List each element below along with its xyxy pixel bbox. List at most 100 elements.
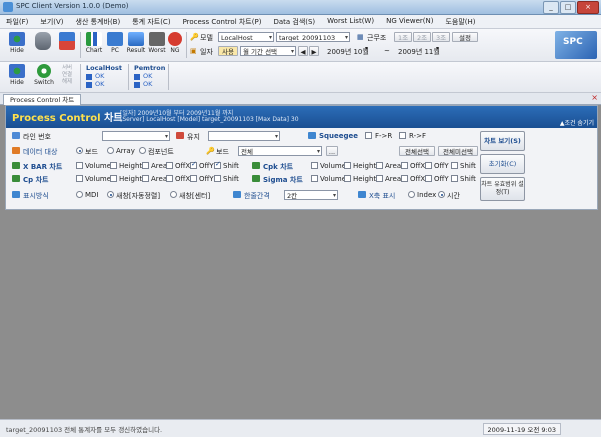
board-browse-button[interactable]: ... [326, 146, 338, 156]
chart-icon [86, 32, 102, 46]
display-center-radio[interactable] [170, 191, 177, 198]
menu-view[interactable]: 보기(V) [34, 15, 69, 28]
menu-file[interactable]: 파일(F) [0, 15, 34, 28]
date-to[interactable]: 2009년 11월 [398, 47, 440, 57]
squeegee-label: Squeegee [319, 132, 359, 140]
app-icon [3, 2, 13, 12]
shift-settings-button[interactable]: 설정 [452, 32, 478, 42]
display-auto-radio[interactable] [107, 191, 114, 198]
xbar-height-checkbox[interactable] [110, 162, 117, 169]
target-board-radio[interactable] [76, 147, 83, 154]
result-button[interactable]: Result [126, 32, 146, 54]
line-label: 라인 번호 [23, 133, 51, 141]
target-array-radio[interactable] [107, 147, 114, 154]
hide-button[interactable]: Hide [6, 32, 28, 54]
menu-process-control[interactable]: Process Control 차트(P) [177, 15, 268, 28]
main-toolbar: Hide Chart PC Result Worst NG � [0, 29, 601, 62]
board-select[interactable]: 전체 [238, 146, 322, 156]
cpk-height-checkbox[interactable] [344, 162, 351, 169]
menu-stat-chart[interactable]: 통계 자트(C) [126, 15, 176, 28]
menu-ng-viewer[interactable]: NG Viewer(N) [380, 15, 439, 28]
interval-icon [233, 191, 241, 198]
shift-2-button[interactable]: 2조 [413, 32, 431, 42]
shift-1-button[interactable]: 1조 [394, 32, 412, 42]
xbar-area-checkbox[interactable] [142, 162, 149, 169]
tab-close-icon[interactable]: × [591, 93, 598, 102]
status-time: 2009-11-19 오전 9:03 [482, 423, 561, 435]
server-disconnect[interactable]: 서버 연결 해제 [62, 65, 72, 86]
server-localhost[interactable]: LocalHost OK OK [86, 64, 122, 88]
cp-area-checkbox[interactable] [142, 175, 149, 182]
hide2-button[interactable]: Hide [6, 64, 28, 86]
sigma-offy-checkbox[interactable] [425, 175, 432, 182]
cp-offy-checkbox[interactable] [190, 175, 197, 182]
display-mdi-radio[interactable] [76, 191, 83, 198]
reset-button[interactable]: 초기화(C) [480, 154, 525, 174]
sigma-area-checkbox[interactable] [376, 175, 383, 182]
server-button[interactable] [57, 32, 77, 51]
xaxis-index-radio[interactable] [408, 191, 415, 198]
menu-worst-list[interactable]: Worst List(W) [321, 15, 380, 28]
worst-button[interactable]: Worst [147, 32, 167, 54]
valid-range-button[interactable]: 차트 유효범위 설정(T) [480, 177, 525, 201]
date-from[interactable]: 2009년 10월 [327, 47, 369, 57]
hide-icon [9, 64, 25, 78]
xbar-volume-checkbox[interactable] [76, 162, 83, 169]
xbar-offy-checkbox[interactable] [190, 160, 197, 169]
cpk-area-checkbox[interactable] [376, 162, 383, 169]
sigma-label: Sigma 차트 [263, 176, 303, 184]
sigma-shift-checkbox[interactable] [451, 175, 458, 182]
switch-button[interactable]: Switch [32, 64, 56, 86]
xbar-offx-checkbox[interactable] [166, 162, 173, 169]
data-target-icon [12, 147, 20, 154]
sigma-offx-checkbox[interactable] [401, 175, 408, 182]
menu-production[interactable]: 생산 통계바(B) [70, 15, 127, 28]
sigma-volume-checkbox[interactable] [311, 175, 318, 182]
chart-button[interactable]: Chart [84, 32, 104, 54]
ng-icon [168, 32, 182, 46]
hide-conditions-link[interactable]: ▲조건 숨기기 [560, 118, 594, 127]
model-select[interactable]: target_20091103 [276, 32, 350, 42]
target-component-radio[interactable] [139, 147, 146, 154]
pc-button[interactable]: PC [106, 32, 124, 54]
xbar-shift-checkbox[interactable] [214, 160, 221, 169]
cp-volume-checkbox[interactable] [76, 175, 83, 182]
app-window: SPC Client Version 1.0.0 (Demo) _ □ × 파일… [0, 0, 601, 437]
date-use-button[interactable]: 사용 [218, 46, 238, 56]
cp-height-checkbox[interactable] [110, 175, 117, 182]
cpk-volume-checkbox[interactable] [311, 162, 318, 169]
select-all-button[interactable]: 전체선택 [399, 146, 435, 156]
close-button[interactable]: × [577, 1, 599, 14]
menu-help[interactable]: 도움말(H) [439, 15, 481, 28]
cpk-offy-checkbox[interactable] [425, 162, 432, 169]
sigma-height-checkbox[interactable] [344, 175, 351, 182]
deselect-all-button[interactable]: 전체미선택 [438, 146, 478, 156]
maximize-button[interactable]: □ [560, 1, 576, 14]
view-chart-button[interactable]: 차트 보기(S) [480, 131, 525, 151]
shift-3-button[interactable]: 3조 [432, 32, 450, 42]
cpk-shift-checkbox[interactable] [451, 162, 458, 169]
interval-select[interactable]: 2칸 [284, 190, 338, 200]
interval-label: 한줄간격 [244, 192, 270, 200]
minimize-button[interactable]: _ [543, 1, 559, 14]
cp-offx-checkbox[interactable] [166, 175, 173, 182]
pc-icon [107, 32, 123, 46]
tab-process-control[interactable]: Process Control 차트 [3, 94, 82, 105]
line-select[interactable] [102, 131, 170, 141]
database-button[interactable] [32, 32, 54, 51]
menu-bar: 파일(F) 보기(V) 생산 통계바(B) 통계 자트(C) Process C… [0, 15, 601, 29]
model-server-select[interactable]: LocalHost [218, 32, 274, 42]
server-pemtron[interactable]: Pemtron OK OK [134, 64, 165, 88]
jig-select[interactable] [208, 131, 280, 141]
cpk-offx-checkbox[interactable] [401, 162, 408, 169]
ng-button[interactable]: NG [167, 32, 183, 54]
xaxis-time-radio[interactable] [438, 191, 445, 198]
switch-icon [37, 64, 51, 78]
cp-shift-checkbox[interactable] [214, 175, 221, 182]
prev-button[interactable]: ◀ [298, 46, 308, 56]
menu-data-search[interactable]: Data 검색(S) [267, 15, 321, 28]
r-f-checkbox[interactable] [399, 132, 406, 139]
next-button[interactable]: ▶ [309, 46, 319, 56]
f-r-checkbox[interactable] [365, 132, 372, 139]
date-range-select[interactable]: 월 기간 선택 [240, 46, 296, 56]
